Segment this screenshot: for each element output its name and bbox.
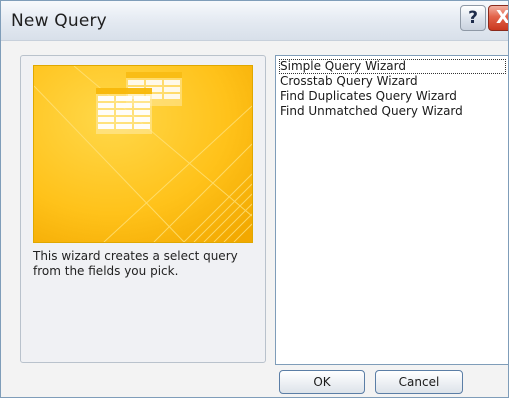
wizard-preview-image: [33, 65, 253, 243]
wizard-description: This wizard creates a select query from …: [33, 249, 238, 278]
cancel-button[interactable]: Cancel: [375, 370, 463, 394]
close-button[interactable]: X: [488, 5, 509, 31]
query-wizard-illustration: [34, 66, 252, 242]
help-button[interactable]: ?: [460, 5, 486, 31]
query-type-list[interactable]: Simple Query Wizard Crosstab Query Wizar…: [275, 55, 508, 365]
dialog-title: New Query: [11, 11, 107, 31]
list-item-find-duplicates-query-wizard[interactable]: Find Duplicates Query Wizard: [279, 89, 506, 104]
close-icon: X: [496, 7, 509, 28]
wizard-preview-panel: This wizard creates a select query from …: [20, 55, 266, 363]
question-mark-icon: ?: [468, 8, 478, 28]
list-item-crosstab-query-wizard[interactable]: Crosstab Query Wizard: [279, 74, 506, 89]
list-item-simple-query-wizard[interactable]: Simple Query Wizard: [279, 59, 506, 74]
ok-button[interactable]: OK: [279, 370, 365, 394]
new-query-dialog: New Query ? X This wizard creates a sele…: [0, 0, 509, 398]
list-item-find-unmatched-query-wizard[interactable]: Find Unmatched Query Wizard: [279, 104, 506, 119]
title-bar[interactable]: New Query ? X: [1, 1, 509, 41]
